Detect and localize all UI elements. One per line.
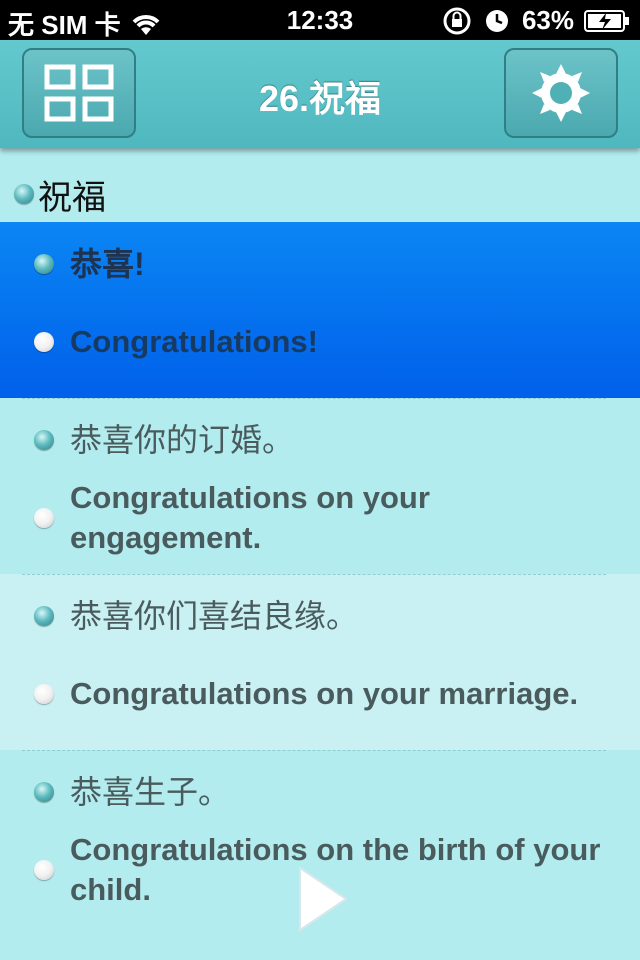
bullet-icon <box>34 860 54 880</box>
alarm-icon <box>485 9 508 32</box>
divider <box>22 574 606 575</box>
divider <box>22 398 606 399</box>
status-bar: 无 SIM 卡 12:33 63% <box>0 0 640 40</box>
phrase-chinese: 恭喜你们喜结良缘。 <box>70 598 359 634</box>
section-heading: 祝福 <box>0 166 640 222</box>
play-icon[interactable] <box>298 866 348 932</box>
bullet-icon <box>34 332 54 352</box>
phrase-item[interactable]: 恭喜你的订婚。 Congratulations on your engageme… <box>0 398 640 574</box>
phrase-chinese: 恭喜! <box>70 246 145 282</box>
phrase-item[interactable]: 恭喜你们喜结良缘。 Congratulations on your marria… <box>0 574 640 750</box>
settings-button[interactable] <box>504 48 618 138</box>
battery-icon <box>584 9 629 32</box>
divider <box>22 750 606 751</box>
bullet-icon <box>14 184 34 204</box>
phrase-chinese: 恭喜你的订婚。 <box>70 422 295 458</box>
bullet-icon <box>34 782 54 802</box>
phrase-chinese: 恭喜生子。 <box>70 774 231 810</box>
battery-percent: 63% <box>521 5 574 35</box>
phrase-english: Congratulations on your engagement. <box>70 480 430 555</box>
bullet-icon <box>34 430 54 450</box>
navigation-bar: 26.祝福 <box>0 40 640 148</box>
bullet-icon <box>34 606 54 626</box>
phrase-english: Congratulations on your marriage. <box>70 676 579 711</box>
rotation-lock-icon <box>443 7 471 34</box>
settings-gear-icon <box>532 64 590 122</box>
phrase-english: Congratulations! <box>70 324 318 359</box>
bullet-icon <box>34 684 54 704</box>
bullet-icon <box>34 508 54 528</box>
section-label: 祝福 <box>38 178 106 217</box>
bullet-icon <box>34 254 54 274</box>
phrase-item[interactable]: 恭喜! Congratulations! <box>0 222 640 398</box>
